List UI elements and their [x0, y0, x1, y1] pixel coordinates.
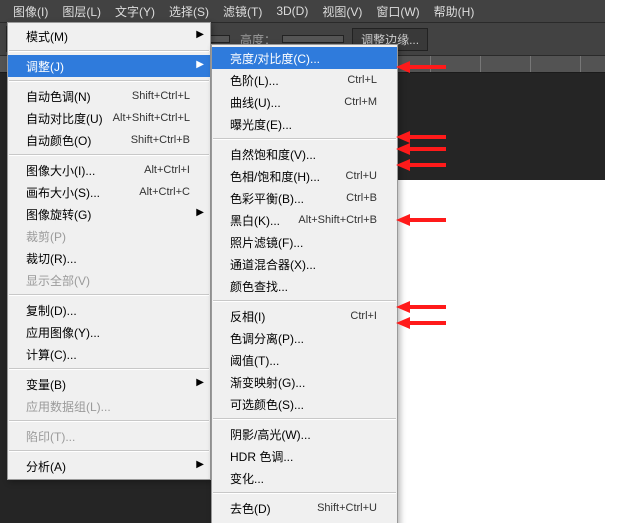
mi-crop[interactable]: 裁剪(P) [8, 225, 210, 247]
mi-variations[interactable]: 变化... [212, 467, 397, 489]
mi-exposure[interactable]: 曝光度(E)... [212, 113, 397, 135]
chevron-right-icon: ▶ [196, 459, 204, 470]
mi-hdr-toning[interactable]: HDR 色调... [212, 445, 397, 467]
menu-help[interactable]: 帮助(H) [427, 1, 482, 22]
separator [213, 138, 396, 140]
mi-auto-tone[interactable]: 自动色调(N)Shift+Ctrl+L [8, 85, 210, 107]
mi-brightness-contrast[interactable]: 亮度/对比度(C)... [212, 47, 397, 69]
menu-select[interactable]: 选择(S) [162, 1, 216, 22]
mi-hue-saturation[interactable]: 色相/饱和度(H)...Ctrl+U [212, 165, 397, 187]
separator [9, 450, 209, 452]
mi-auto-contrast[interactable]: 自动对比度(U)Alt+Shift+Ctrl+L [8, 107, 210, 129]
chevron-right-icon: ▶ [196, 59, 204, 70]
mi-apply-image[interactable]: 应用图像(Y)... [8, 321, 210, 343]
chevron-right-icon: ▶ [196, 377, 204, 388]
separator [9, 294, 209, 296]
mi-mode[interactable]: 模式(M)▶ [8, 25, 210, 47]
menubar: 图像(I) 图层(L) 文字(Y) 选择(S) 滤镜(T) 3D(D) 视图(V… [0, 0, 611, 22]
crop-whitespace [605, 0, 640, 523]
menu-layer[interactable]: 图层(L) [55, 1, 108, 22]
mi-apply-dataset[interactable]: 应用数据组(L)... [8, 395, 210, 417]
mi-canvas-size[interactable]: 画布大小(S)...Alt+Ctrl+C [8, 181, 210, 203]
adjustments-submenu: 亮度/对比度(C)... 色阶(L)...Ctrl+L 曲线(U)...Ctrl… [211, 44, 398, 523]
mi-duplicate[interactable]: 复制(D)... [8, 299, 210, 321]
separator [9, 368, 209, 370]
separator [213, 418, 396, 420]
mi-levels[interactable]: 色阶(L)...Ctrl+L [212, 69, 397, 91]
mi-shadows-highlights[interactable]: 阴影/高光(W)... [212, 423, 397, 445]
mi-channel-mixer[interactable]: 通道混合器(X)... [212, 253, 397, 275]
separator [213, 492, 396, 494]
mi-threshold[interactable]: 阈值(T)... [212, 349, 397, 371]
mi-photo-filter[interactable]: 照片滤镜(F)... [212, 231, 397, 253]
separator [9, 420, 209, 422]
separator [9, 154, 209, 156]
mi-invert[interactable]: 反相(I)Ctrl+I [212, 305, 397, 327]
mi-gradient-map[interactable]: 渐变映射(G)... [212, 371, 397, 393]
chevron-right-icon: ▶ [196, 207, 204, 218]
mi-curves[interactable]: 曲线(U)...Ctrl+M [212, 91, 397, 113]
separator [213, 300, 396, 302]
mi-adjustments[interactable]: 调整(J)▶ [8, 55, 210, 77]
separator [9, 50, 209, 52]
image-menu: 模式(M)▶ 调整(J)▶ 自动色调(N)Shift+Ctrl+L 自动对比度(… [7, 22, 211, 480]
mi-black-white[interactable]: 黑白(K)...Alt+Shift+Ctrl+B [212, 209, 397, 231]
mi-auto-color[interactable]: 自动颜色(O)Shift+Ctrl+B [8, 129, 210, 151]
mi-reveal-all[interactable]: 显示全部(V) [8, 269, 210, 291]
mi-image-size[interactable]: 图像大小(I)...Alt+Ctrl+I [8, 159, 210, 181]
separator [9, 80, 209, 82]
mi-desaturate[interactable]: 去色(D)Shift+Ctrl+U [212, 497, 397, 519]
menu-3d[interactable]: 3D(D) [269, 2, 315, 20]
chevron-right-icon: ▶ [196, 29, 204, 40]
mi-match-color[interactable]: 匹配颜色(M)... [212, 519, 397, 523]
mi-analysis[interactable]: 分析(A)▶ [8, 455, 210, 477]
mi-variables[interactable]: 变量(B)▶ [8, 373, 210, 395]
mi-calculations[interactable]: 计算(C)... [8, 343, 210, 365]
width-slider[interactable] [282, 35, 344, 43]
menu-filter[interactable]: 滤镜(T) [216, 1, 269, 22]
mi-image-rotation[interactable]: 图像旋转(G)▶ [8, 203, 210, 225]
mi-color-balance[interactable]: 色彩平衡(B)...Ctrl+B [212, 187, 397, 209]
mi-vibrance[interactable]: 自然饱和度(V)... [212, 143, 397, 165]
mi-color-lookup[interactable]: 颜色查找... [212, 275, 397, 297]
menu-image[interactable]: 图像(I) [6, 1, 55, 22]
menu-window[interactable]: 窗口(W) [369, 1, 426, 22]
mi-trim[interactable]: 裁切(R)... [8, 247, 210, 269]
menu-type[interactable]: 文字(Y) [108, 1, 162, 22]
mi-selective-color[interactable]: 可选颜色(S)... [212, 393, 397, 415]
menu-view[interactable]: 视图(V) [315, 1, 369, 22]
mi-trap[interactable]: 陷印(T)... [8, 425, 210, 447]
mi-posterize[interactable]: 色调分离(P)... [212, 327, 397, 349]
